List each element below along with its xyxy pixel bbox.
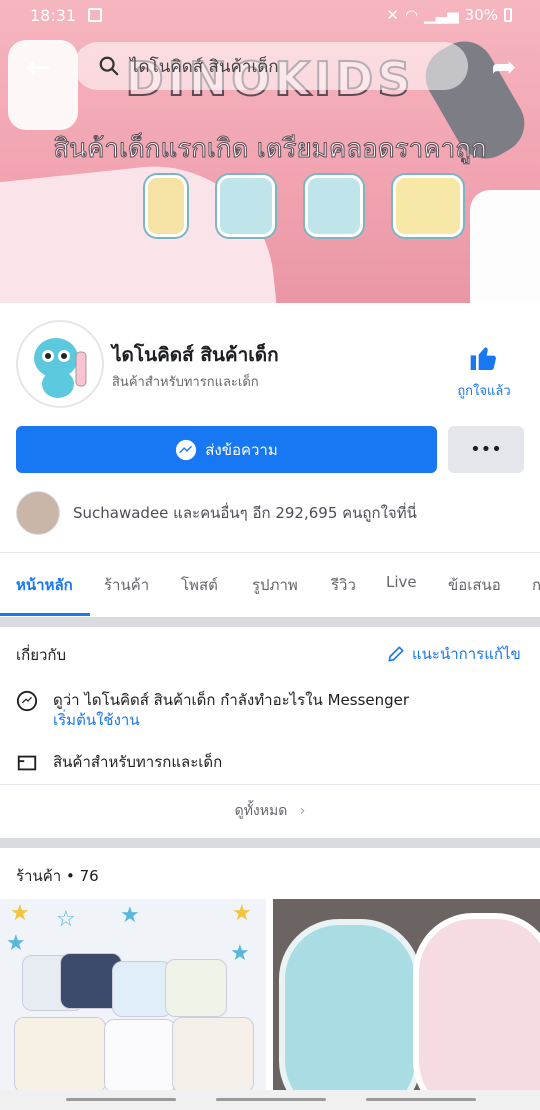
shop-product-image[interactable]: ★ ☆ ★ ★ ★ ★ xyxy=(0,899,266,1091)
baby-clothes xyxy=(112,961,172,1017)
status-time: 18:31 xyxy=(30,6,77,25)
shop-product-image[interactable] xyxy=(273,899,540,1091)
baby-clothes xyxy=(14,1017,106,1091)
cover-tagline: สินค้าเด็กแรกเกิด เตรียมคลอดราคาถูก xyxy=(53,134,487,165)
tab-shop[interactable]: ร้านค้า xyxy=(104,573,149,597)
page-title: ไดโนคิดส์ สินค้าเด็ก xyxy=(112,344,279,366)
avatar[interactable] xyxy=(16,320,104,408)
messenger-text: ดูว่า ไดโนคิดส์ สินค้าเด็ก กำลังทำอะไรใน… xyxy=(53,691,410,709)
cover-toys xyxy=(145,175,463,237)
more-options-button[interactable]: ••• xyxy=(448,426,524,473)
rocking-horse-icon xyxy=(393,175,463,237)
messenger-icon xyxy=(16,690,38,712)
nav-handle xyxy=(66,1098,176,1101)
messenger-start-link[interactable]: เริ่มต้นใช้งาน xyxy=(53,710,409,730)
search-text: ไดโนคิดส์ สินค้าเด็ก xyxy=(130,56,279,77)
bodysuit-icon xyxy=(305,175,363,237)
tab-reviews[interactable]: รีวิว xyxy=(331,573,356,597)
stroller-icon xyxy=(217,175,275,237)
pencil-icon xyxy=(388,646,404,662)
like-label: ถูกใจแล้ว xyxy=(457,384,511,399)
baby-clothes xyxy=(172,1017,254,1091)
see-all-button[interactable]: ดูทั้งหมด › xyxy=(0,800,540,822)
wifi-icon: ◠ xyxy=(404,6,419,24)
send-message-button[interactable]: ส่งข้อความ xyxy=(16,426,437,473)
star-decoration: ★ xyxy=(230,941,250,966)
suggest-edit-link[interactable]: แนะนำการแก้ไข xyxy=(386,642,521,666)
more-label: ••• xyxy=(470,439,502,460)
star-decoration: ★ xyxy=(6,931,26,956)
tab-live[interactable]: Live xyxy=(386,573,417,591)
star-decoration: ★ xyxy=(120,903,140,928)
back-arrow-icon[interactable]: ← xyxy=(20,50,56,86)
about-category-row: สินค้าสำหรับทารกและเด็ก xyxy=(16,752,222,774)
friends-like-row[interactable]: Suchawadee และคนอื่นๆ อีก 292,695 คนถูกใ… xyxy=(16,491,417,535)
tab-home[interactable]: หน้าหลัก xyxy=(16,573,73,597)
share-icon[interactable]: ➦ xyxy=(486,50,522,86)
mute-icon: ✕ xyxy=(386,6,399,24)
divider xyxy=(0,784,540,785)
star-decoration: ★ xyxy=(232,901,252,926)
baby-clothes xyxy=(104,1019,176,1091)
tab-photos[interactable]: รูปภาพ xyxy=(252,573,298,597)
star-decoration: ★ xyxy=(10,901,30,926)
tab-posts[interactable]: โพสต์ xyxy=(181,573,218,597)
active-tab-indicator xyxy=(0,613,90,616)
messenger-icon xyxy=(176,439,197,460)
battery-icon xyxy=(504,8,512,22)
tab-more[interactable]: ก xyxy=(532,573,540,597)
shop-title: ร้านค้า • 76 xyxy=(16,867,99,885)
baby-bed xyxy=(413,913,540,1091)
about-messenger-row: ดูว่า ไดโนคิดส์ สินค้าเด็ก กำลังทำอะไรใน… xyxy=(16,690,409,730)
page-category: สินค้าสำหรับทารกและเด็ก xyxy=(112,375,259,390)
friend-avatar xyxy=(16,491,60,535)
search-input[interactable]: ไดโนคิดส์ สินค้าเด็ก xyxy=(74,42,468,90)
dino-logo xyxy=(18,322,102,406)
nav-handle xyxy=(366,1098,476,1101)
tab-offers[interactable]: ข้อเสนอ xyxy=(448,573,501,597)
nav-handle xyxy=(216,1098,326,1101)
cover-decoration xyxy=(470,190,540,303)
about-title: เกี่ยวกับ xyxy=(16,646,67,664)
thumbs-up-icon xyxy=(470,347,496,370)
status-bar: 18:31 ✕ ◠ ▁▃▅ 30% xyxy=(0,0,540,32)
status-right: ✕ ◠ ▁▃▅ 30% xyxy=(386,6,512,24)
category-link[interactable]: สินค้าสำหรับทารกและเด็ก xyxy=(53,752,222,772)
baby-clothes xyxy=(165,959,227,1017)
friends-like-text: Suchawadee และคนอื่นๆ อีก 292,695 คนถูกใ… xyxy=(73,504,417,522)
section-separator xyxy=(0,617,540,627)
baby-bed xyxy=(279,919,421,1091)
search-icon xyxy=(99,56,119,76)
storefront-icon xyxy=(17,755,37,771)
see-all-label: ดูทั้งหมด xyxy=(234,803,288,819)
suggest-edit-label: แนะนำการแก้ไข xyxy=(412,645,521,663)
signal-icon: ▁▃▅ xyxy=(424,6,459,24)
send-message-label: ส่งข้อความ xyxy=(205,440,278,459)
page-tabs: หน้าหลัก ร้านค้า โพสต์ รูปภาพ รีวิว Live… xyxy=(0,553,540,617)
notification-icon xyxy=(88,8,102,22)
chevron-right-icon: › xyxy=(299,803,306,819)
rattle-icon xyxy=(145,175,187,237)
system-nav-bar xyxy=(0,1090,540,1110)
star-decoration: ☆ xyxy=(56,907,76,932)
like-button[interactable]: ถูกใจแล้ว xyxy=(454,342,514,401)
battery-percent: 30% xyxy=(464,6,498,24)
section-separator xyxy=(0,838,540,848)
